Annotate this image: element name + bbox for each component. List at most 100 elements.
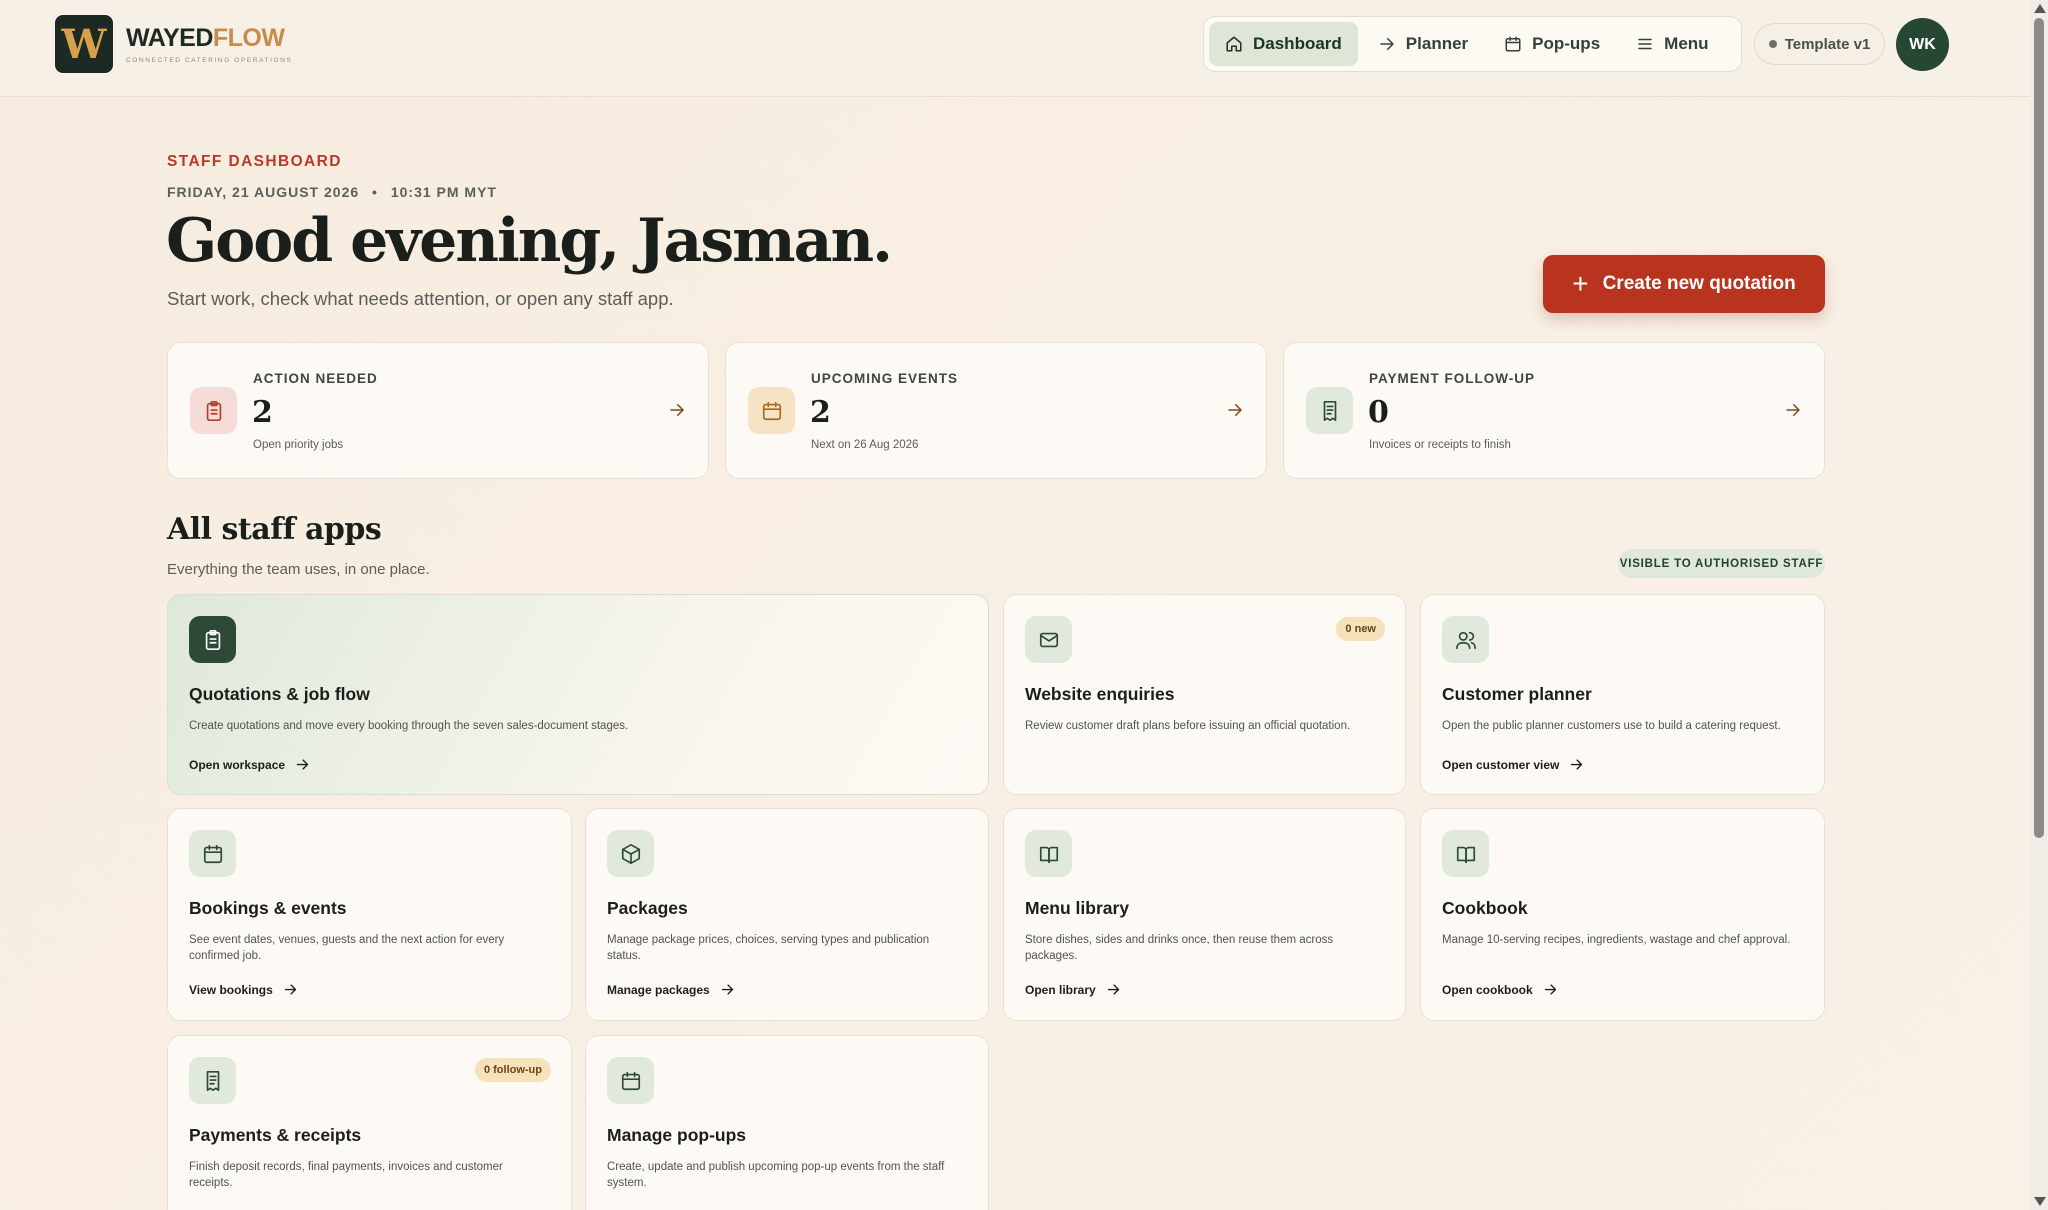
app-title: Payments & receipts	[189, 1125, 362, 1145]
open-workspace-link[interactable]: Open workspace	[189, 757, 310, 772]
arrow-right-icon	[296, 759, 309, 770]
nav-planner-label: Planner	[1405, 34, 1469, 53]
clipboard-icon	[206, 400, 221, 421]
home-icon	[1226, 36, 1242, 52]
arrow-right-icon	[1571, 759, 1583, 770]
stat-label: PAYMENT FOLLOW-UP	[1369, 371, 1535, 386]
app-card-payments-receipts[interactable]: 0 follow-up Payments & receipts Finish d…	[167, 1035, 572, 1210]
nav-popups-label: Pop-ups	[1532, 34, 1601, 53]
arrow-right-icon[interactable]	[1226, 401, 1244, 419]
arrow-right-icon	[1380, 38, 1394, 50]
brand-tagline: CONNECTED CATERING OPERATIONS	[126, 57, 293, 64]
calendar-icon	[621, 1071, 640, 1090]
brand-secondary: FLOW	[212, 24, 285, 52]
clipboard-icon	[205, 629, 220, 650]
app-card-bookings-events[interactable]: Bookings & events See event dates, venue…	[167, 808, 572, 1021]
app-title: Manage pop-ups	[607, 1125, 747, 1145]
app-icon-box	[189, 616, 236, 663]
nav-popups[interactable]: Pop-ups	[1488, 22, 1616, 66]
arrow-right-icon	[1544, 984, 1556, 995]
app-icon-box	[1025, 830, 1072, 877]
app-card-cookbook[interactable]: Cookbook Manage 10-serving recipes, ingr…	[1420, 808, 1825, 1021]
open-customer-view-link[interactable]: Open customer view	[1442, 757, 1584, 772]
app-title: Customer planner	[1442, 684, 1592, 704]
app-card-website-enquiries[interactable]: 0 new Website enquiries Review customer …	[1003, 594, 1406, 795]
app-card-manage-popups[interactable]: Manage pop-ups Create, update and publis…	[585, 1035, 989, 1210]
brand: WAYEDFLOW CONNECTED CATERING OPERATIONS	[126, 24, 292, 64]
app-description: See event dates, venues, guests and the …	[189, 934, 505, 962]
nav-dashboard[interactable]: Dashboard	[1209, 22, 1358, 66]
app-description: Open the public planner customers use to…	[1442, 720, 1781, 732]
stat-card-payment-follow-up[interactable]: PAYMENT FOLLOW-UP 0 Invoices or receipts…	[1283, 342, 1825, 479]
app-card-packages[interactable]: Packages Manage package prices, choices,…	[585, 808, 989, 1021]
arrow-right-icon	[1107, 984, 1119, 995]
app-description: Manage package prices, choices, serving …	[607, 934, 930, 962]
app-title: Packages	[607, 898, 688, 918]
box-icon	[621, 843, 640, 864]
app-icon-box	[607, 830, 654, 877]
arrow-right-icon[interactable]	[1784, 401, 1802, 419]
scroll-up-arrow[interactable]	[2034, 4, 2046, 13]
template-label: Template v1	[1784, 35, 1871, 53]
nav-menu[interactable]: Menu	[1620, 22, 1724, 66]
avatar[interactable]: WK	[1896, 18, 1949, 71]
current-date: FRIDAY, 21 AUGUST 2026	[167, 184, 360, 200]
stat-label: ACTION NEEDED	[253, 371, 378, 386]
nav-dashboard-label: Dashboard	[1253, 34, 1342, 53]
arrow-right-icon	[721, 984, 733, 995]
app-link-label: Open cookbook	[1442, 982, 1533, 997]
page-subtitle: Start work, check what needs attention, …	[167, 288, 674, 309]
template-pill[interactable]: Template v1	[1754, 23, 1885, 65]
calendar-icon	[203, 844, 222, 863]
calendar-icon	[1505, 36, 1521, 52]
top-bar: W WAYEDFLOW CONNECTED CATERING OPERATION…	[0, 0, 2030, 97]
app-card-customer-planner[interactable]: Customer planner Open the public planner…	[1420, 594, 1825, 795]
manage-packages-link[interactable]: Manage packages	[607, 982, 735, 997]
app-icon-box	[189, 830, 236, 877]
nav-planner[interactable]: Planner	[1362, 22, 1484, 66]
app-description: Store dishes, sides and drinks once, the…	[1025, 934, 1334, 962]
scrollbar[interactable]	[2030, 0, 2048, 1210]
app-title: Cookbook	[1442, 898, 1528, 918]
app-icon-box	[1025, 616, 1072, 663]
logo-mark[interactable]: W	[55, 15, 113, 73]
main-nav: Dashboard Planner Pop-ups Menu	[1203, 16, 1742, 72]
calendar-icon	[762, 401, 781, 420]
app-link-label: View bookings	[189, 982, 273, 997]
app-icon-box	[1442, 830, 1489, 877]
date-line: FRIDAY, 21 AUGUST 2026 • 10:31 PM MYT	[167, 184, 497, 200]
mail-icon	[1039, 632, 1058, 647]
stat-value: 0	[1368, 395, 1389, 430]
app-description: Finish deposit records, final payments, …	[189, 1161, 503, 1189]
app-description: Manage 10-serving recipes, ingredients, …	[1442, 934, 1791, 946]
app-title: Quotations & job flow	[189, 684, 370, 704]
users-icon	[1455, 631, 1476, 649]
stat-label: UPCOMING EVENTS	[811, 371, 959, 386]
create-quotation-button[interactable]: + Create new quotation	[1543, 255, 1825, 313]
app-card-menu-library[interactable]: Menu library Store dishes, sides and dri…	[1003, 808, 1406, 1021]
app-link-label: Manage packages	[607, 982, 710, 997]
logo-letter: W	[61, 20, 107, 68]
stat-caption: Invoices or receipts to finish	[1369, 439, 1511, 451]
stat-icon-box	[1306, 387, 1353, 434]
new-count-badge: 0 new	[1336, 617, 1385, 641]
scroll-down-arrow[interactable]	[2034, 1197, 2046, 1206]
app-icon-box	[607, 1057, 654, 1104]
create-quotation-label: Create new quotation	[1602, 273, 1796, 294]
receipt-icon	[206, 1070, 219, 1091]
current-time: 10:31 PM MYT	[390, 184, 497, 200]
section-subtitle: Everything the team uses, in one place.	[167, 561, 430, 578]
arrow-right-icon[interactable]	[668, 401, 686, 419]
app-card-quotations[interactable]: Quotations & job flow Create quotations …	[167, 594, 989, 795]
stat-icon-box	[190, 387, 237, 434]
menu-icon	[1638, 38, 1652, 50]
stat-card-action-needed[interactable]: ACTION NEEDED 2 Open priority jobs	[167, 342, 709, 479]
stat-card-upcoming-events[interactable]: UPCOMING EVENTS 2 Next on 26 Aug 2026	[725, 342, 1267, 479]
open-cookbook-link[interactable]: Open cookbook	[1442, 982, 1558, 997]
open-library-link[interactable]: Open library	[1025, 982, 1121, 997]
app-title: Bookings & events	[189, 898, 347, 918]
stat-caption: Next on 26 Aug 2026	[811, 439, 919, 451]
view-bookings-link[interactable]: View bookings	[189, 982, 298, 997]
app-description: Create quotations and move every booking…	[189, 720, 629, 732]
scroll-thumb[interactable]	[2034, 18, 2044, 838]
